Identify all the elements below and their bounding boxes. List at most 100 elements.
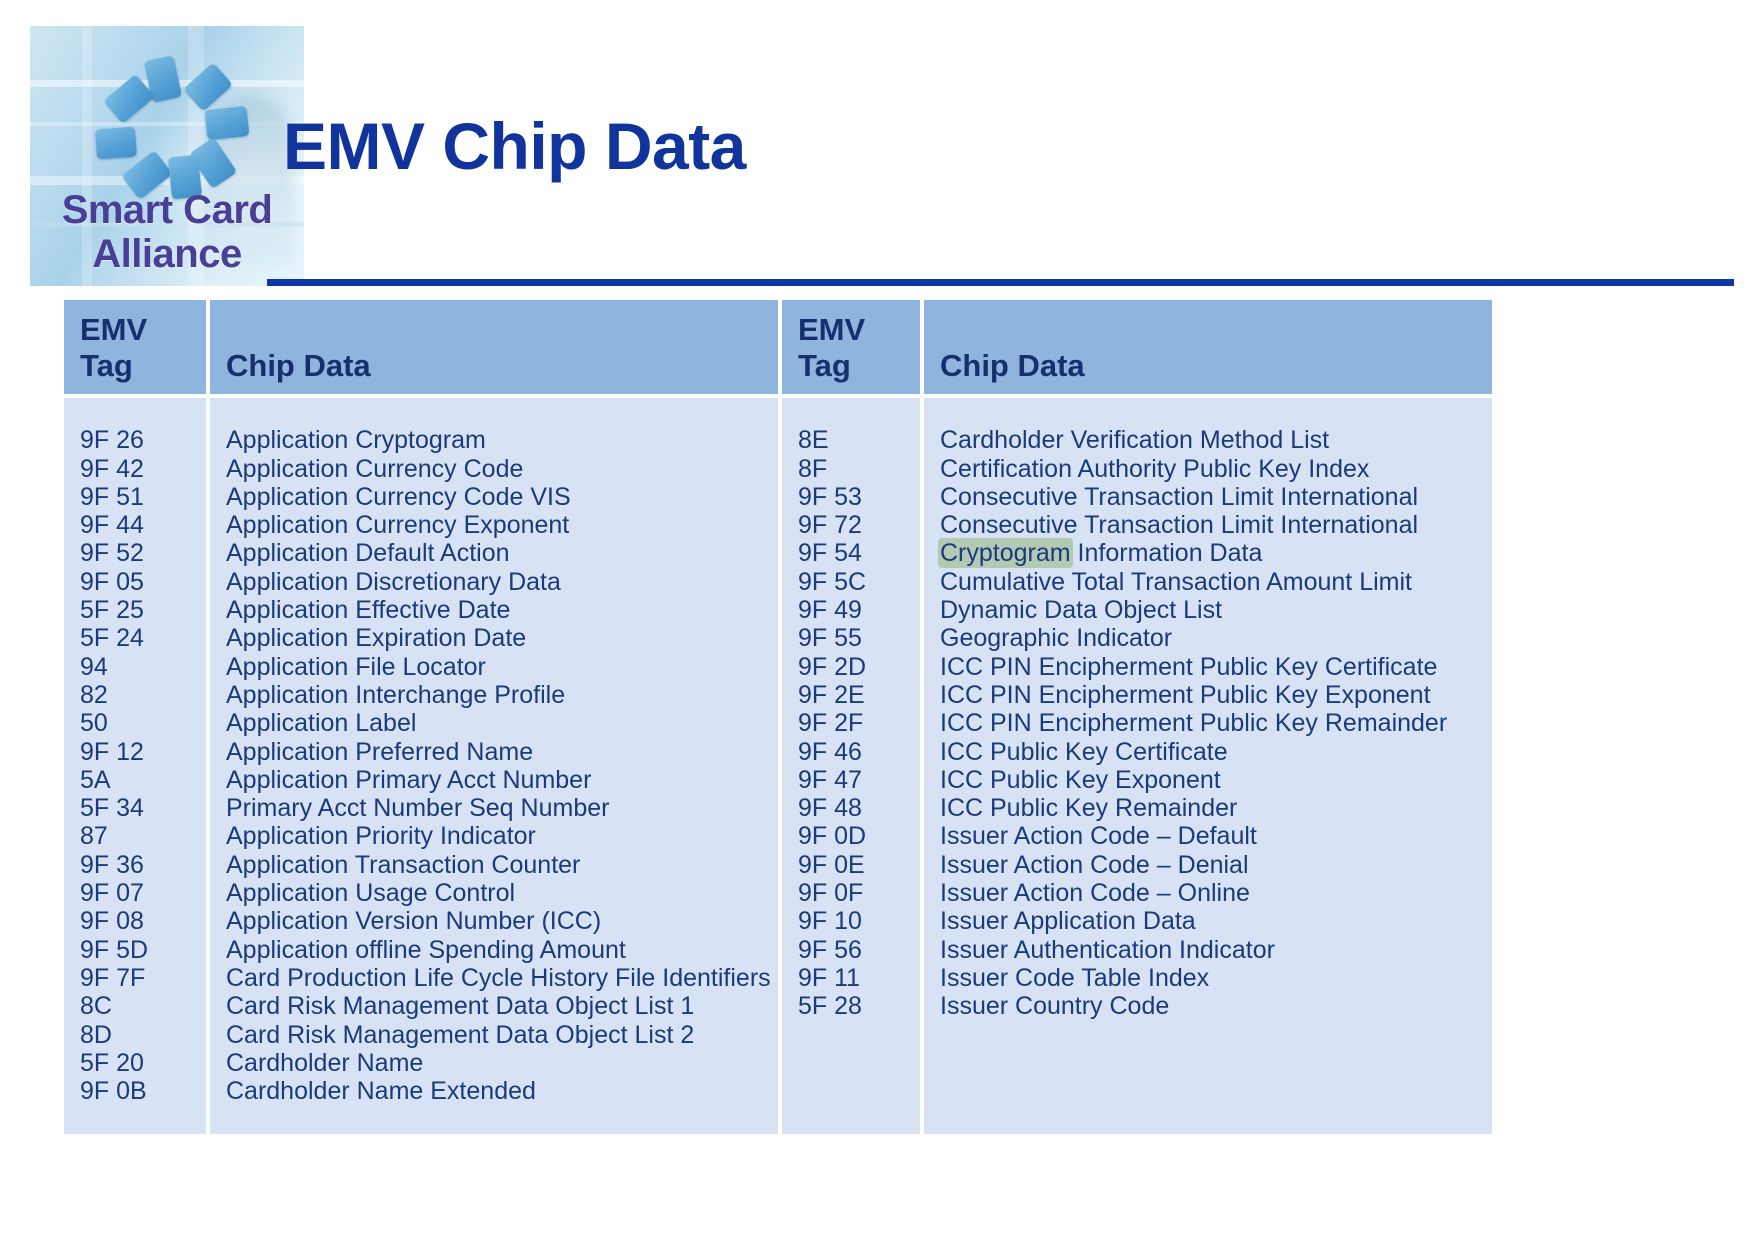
cell-emv-tag-left: 9F 05 bbox=[64, 567, 206, 597]
cell-chip-data-right: Dynamic Data Object List bbox=[920, 596, 1492, 625]
cell-chip-data-right: Issuer Action Code – Online bbox=[920, 879, 1492, 908]
cell-emv-tag-right: 9F 2F bbox=[778, 709, 920, 738]
cell-emv-tag-left: 9F 07 bbox=[64, 879, 206, 908]
cell-chip-data-left: Card Risk Management Data Object List 1 bbox=[206, 992, 778, 1021]
cell-chip-data-right: Cardholder Verification Method List bbox=[920, 426, 1492, 455]
cell-chip-data-left: Cardholder Name bbox=[206, 1048, 778, 1078]
cell-chip-data-left: Application Currency Exponent bbox=[206, 511, 778, 540]
cell-chip-data-right: ICC Public Key Exponent bbox=[920, 765, 1492, 795]
column-header-line-2: Tag bbox=[80, 348, 133, 383]
cell-chip-data-right: ICC PIN Encipherment Public Key Exponent bbox=[920, 680, 1492, 710]
cell-emv-tag-left: 5F 20 bbox=[64, 1048, 206, 1078]
cell-chip-data-left: Application offline Spending Amount bbox=[206, 935, 778, 964]
cell-chip-data-left: Application Interchange Profile bbox=[206, 680, 778, 710]
table-row: 87 Application Priority Indicator 9F 0D Iss… bbox=[64, 822, 1492, 851]
cell-emv-tag-left: 5F 24 bbox=[64, 624, 206, 653]
cell-emv-tag-left: 9F 5D bbox=[64, 935, 206, 964]
cell-emv-tag-left: 5F 34 bbox=[64, 794, 206, 823]
cell-emv-tag-right: 9F 47 bbox=[778, 765, 920, 795]
cell-chip-data-left: Application Transaction Counter bbox=[206, 850, 778, 880]
table-spacer-cell bbox=[920, 398, 1492, 427]
table-row: 5A Application Primary Acct Number 9F 47 IC… bbox=[64, 765, 1492, 795]
cell-emv-tag-right: 8E bbox=[778, 426, 920, 455]
cell-chip-data-right: Certification Authority Public Key Index bbox=[920, 454, 1492, 483]
table-row: 8C Card Risk Management Data Object List … bbox=[64, 992, 1492, 1021]
table-row: 9F 08 Application Version Number (ICC) 9F … bbox=[64, 907, 1492, 936]
cell-chip-data-right: Cryptogram Information Data bbox=[920, 538, 1492, 569]
cell-chip-data-left: Application Currency Code bbox=[206, 454, 778, 483]
cell-chip-data-left: Application Version Number (ICC) bbox=[206, 907, 778, 936]
chip-tile bbox=[95, 126, 137, 160]
table-spacer-cell bbox=[64, 1105, 206, 1134]
cell-emv-tag-left: 9F 08 bbox=[64, 907, 206, 936]
slide-header: Smart Card Alliance EMV Chip Data bbox=[0, 0, 1762, 300]
cell-emv-tag-right: 9F 54 bbox=[778, 539, 920, 568]
text-highlight: Cryptogram bbox=[938, 538, 1073, 569]
cell-chip-data-right bbox=[920, 1048, 1492, 1078]
table-body: 9F 26 Application Cryptogram 8E Cardholder … bbox=[64, 398, 1492, 1134]
cell-chip-data-right: Issuer Application Data bbox=[920, 907, 1492, 936]
cell-emv-tag-right: 9F 5C bbox=[778, 567, 920, 597]
table-row: 9F 44 Application Currency Exponent 9F 72 C… bbox=[64, 511, 1492, 540]
column-header-label: Chip Data bbox=[940, 348, 1085, 383]
column-header-label: Chip Data bbox=[226, 348, 371, 383]
cell-emv-tag-left: 9F 26 bbox=[64, 426, 206, 455]
table-row: 50 Application Label 9F 2F ICC PIN Encipher… bbox=[64, 709, 1492, 738]
logo-wordmark: Smart Card Alliance bbox=[30, 190, 304, 274]
cell-emv-tag-left: 87 bbox=[64, 822, 206, 851]
table-row: 9F 42 Application Currency Code 8F Certific… bbox=[64, 454, 1492, 483]
cell-chip-data-right: Issuer Action Code – Default bbox=[920, 822, 1492, 851]
cell-emv-tag-left: 8D bbox=[64, 1020, 206, 1049]
cell-emv-tag-right: 9F 55 bbox=[778, 624, 920, 653]
column-header-line-2: Tag bbox=[798, 348, 851, 383]
table-spacer-cell bbox=[64, 398, 206, 427]
logo-wordmark-line-2: Alliance bbox=[92, 232, 242, 276]
column-header-emv-tag-right: EMV Tag bbox=[778, 300, 920, 398]
column-header-emv-tag-left: EMV Tag bbox=[64, 300, 206, 398]
table-row: 94 Application File Locator 9F 2D ICC PIN E… bbox=[64, 652, 1492, 681]
cell-chip-data-left: Application Effective Date bbox=[206, 596, 778, 625]
table-row: 9F 7F Card Production Life Cycle History … bbox=[64, 963, 1492, 993]
cell-emv-tag-left: 9F 51 bbox=[64, 482, 206, 512]
table-row: 5F 20 Cardholder Name bbox=[64, 1048, 1492, 1078]
cell-chip-data-right: Consecutive Transaction Limit Internatio… bbox=[920, 482, 1492, 512]
table-row: 8D Card Risk Management Data Object List … bbox=[64, 1020, 1492, 1049]
cell-chip-data-right: Issuer Country Code bbox=[920, 992, 1492, 1021]
chip-tile bbox=[103, 74, 155, 124]
cell-emv-tag-right bbox=[778, 1048, 920, 1078]
cell-chip-data-right: ICC PIN Encipherment Public Key Certific… bbox=[920, 652, 1492, 681]
table-spacer-row bbox=[64, 398, 1492, 427]
cell-chip-data-left: Application Usage Control bbox=[206, 879, 778, 908]
cell-chip-data-left: Application Discretionary Data bbox=[206, 567, 778, 597]
cell-chip-data-left: Cardholder Name Extended bbox=[206, 1077, 778, 1106]
table-header-row: EMV Tag Chip Data EMV Tag Chip Data bbox=[64, 300, 1492, 398]
cell-emv-tag-left: 9F 36 bbox=[64, 850, 206, 880]
table-row: 9F 12 Application Preferred Name 9F 46 ICC … bbox=[64, 737, 1492, 766]
table-header: EMV Tag Chip Data EMV Tag Chip Data bbox=[64, 300, 1492, 398]
column-header-chip-data-left: Chip Data bbox=[206, 300, 778, 398]
cell-chip-data-left: Application Primary Acct Number bbox=[206, 765, 778, 795]
table-row: 82 Application Interchange Profile 9F 2E IC… bbox=[64, 680, 1492, 710]
table-spacer-cell bbox=[778, 398, 920, 427]
column-header-line-1: EMV bbox=[798, 312, 866, 347]
cell-emv-tag-left: 82 bbox=[64, 680, 206, 710]
cell-chip-data-right bbox=[920, 1020, 1492, 1049]
cell-chip-data-right: ICC PIN Encipherment Public Key Remainde… bbox=[920, 709, 1492, 738]
cell-chip-data-right: Cumulative Total Transaction Amount Limi… bbox=[920, 567, 1492, 597]
cell-emv-tag-left: 50 bbox=[64, 709, 206, 738]
cell-emv-tag-left: 9F 44 bbox=[64, 511, 206, 540]
cell-emv-tag-right: 9F 48 bbox=[778, 794, 920, 823]
table-spacer-cell bbox=[920, 1105, 1492, 1134]
table-row: 9F 5D Application offline Spending Amount… bbox=[64, 935, 1492, 964]
cell-emv-tag-right: 9F 53 bbox=[778, 482, 920, 512]
table-row: 9F 0B Cardholder Name Extended bbox=[64, 1077, 1492, 1106]
cell-chip-data-left: Application Preferred Name bbox=[206, 737, 778, 766]
cell-chip-data-left: Application Currency Code VIS bbox=[206, 482, 778, 512]
cell-chip-data-left: Application Priority Indicator bbox=[206, 822, 778, 851]
cell-emv-tag-right: 8F bbox=[778, 454, 920, 483]
chip-burst-icon bbox=[88, 55, 250, 200]
cell-emv-tag-left: 9F 42 bbox=[64, 454, 206, 483]
table-row: 9F 26 Application Cryptogram 8E Cardholder … bbox=[64, 426, 1492, 455]
cell-chip-data-left: Card Risk Management Data Object List 2 bbox=[206, 1020, 778, 1049]
cell-chip-data-right: Issuer Action Code – Denial bbox=[920, 850, 1492, 880]
